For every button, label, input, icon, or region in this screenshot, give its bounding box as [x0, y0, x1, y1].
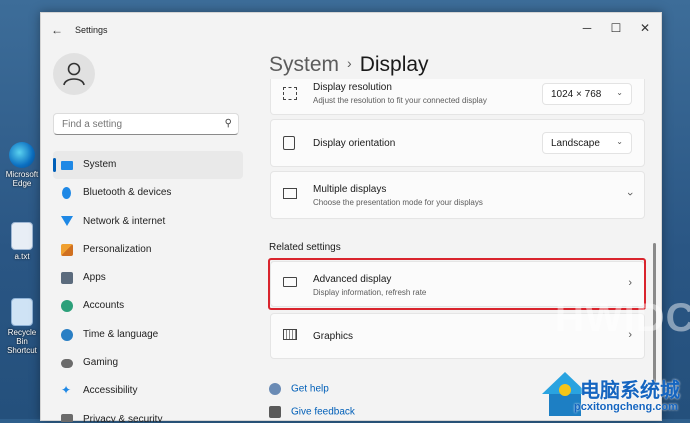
- window-title: Settings: [75, 25, 108, 35]
- gaming-icon: [61, 359, 73, 369]
- recycle-bin-icon: [11, 298, 33, 326]
- breadcrumb-current: Display: [359, 53, 429, 76]
- desktop-icon-label: a.txt: [14, 252, 30, 261]
- sidebar-item-accessibility[interactable]: ✦ Accessibility: [53, 377, 243, 405]
- resolution-dropdown[interactable]: 1024 × 768 ⌄: [542, 83, 632, 105]
- desktop-icon-edge[interactable]: Microsoft Edge: [2, 142, 42, 188]
- sidebar-item-privacy[interactable]: Privacy & security: [53, 406, 243, 422]
- desktop-icon-label: Recycle Bin Shortcut: [7, 328, 37, 355]
- sidebar-item-time-language[interactable]: Time & language: [53, 321, 243, 349]
- orientation-dropdown[interactable]: Landscape ⌄: [542, 132, 632, 154]
- sidebar-item-personalization[interactable]: Personalization: [53, 236, 243, 264]
- help-icon: [269, 383, 281, 395]
- globe-clock-icon: [61, 328, 73, 341]
- sidebar-item-bluetooth[interactable]: Bluetooth & devices: [53, 179, 243, 207]
- dropdown-value: Landscape: [551, 138, 600, 149]
- sidebar-item-accounts[interactable]: Accounts: [53, 292, 243, 320]
- related-settings-heading: Related settings: [269, 242, 341, 253]
- feedback-icon: [269, 406, 281, 418]
- card-title: Display resolution: [313, 82, 392, 93]
- sidebar-item-label: Accessibility: [83, 385, 138, 397]
- get-help-link[interactable]: Get help: [269, 383, 329, 395]
- search-icon[interactable]: ⚲: [225, 118, 232, 129]
- maximize-button[interactable]: ☐: [608, 21, 624, 35]
- back-arrow-icon[interactable]: ←: [51, 23, 63, 37]
- bluetooth-icon: [62, 187, 71, 200]
- shield-icon: [61, 413, 73, 422]
- orientation-icon: [283, 136, 295, 150]
- display-resolution-card[interactable]: Display resolution Adjust the resolution…: [270, 79, 645, 115]
- search-box[interactable]: ⚲: [53, 113, 239, 135]
- sidebar-item-system[interactable]: System: [53, 151, 243, 180]
- edge-icon: [9, 142, 35, 168]
- user-icon: [63, 62, 85, 86]
- card-title: Graphics: [313, 331, 354, 342]
- watermark-site-url: pcxitongcheng.com: [574, 401, 678, 413]
- file-icon: [11, 222, 33, 250]
- sidebar-item-apps[interactable]: Apps: [53, 264, 243, 292]
- card-title: Multiple displays: [313, 184, 387, 195]
- sidebar-nav: System Bluetooth & devices Network & int…: [53, 151, 243, 422]
- title-bar: ← Settings ─ ☐ ✕: [41, 13, 661, 47]
- graphics-icon: [283, 329, 297, 340]
- avatar[interactable]: [53, 53, 95, 95]
- close-button[interactable]: ✕: [637, 21, 653, 35]
- display-orientation-card[interactable]: Display orientation Landscape ⌄: [270, 119, 645, 167]
- sidebar-item-network[interactable]: Network & internet: [53, 208, 243, 236]
- brush-icon: [61, 243, 73, 256]
- accounts-icon: [61, 300, 73, 313]
- desktop-icon-file[interactable]: a.txt: [2, 222, 42, 261]
- settings-window: ← Settings ─ ☐ ✕ ⚲ System Bluetooth & de…: [40, 12, 662, 422]
- minimize-button[interactable]: ─: [579, 21, 595, 35]
- system-icon: [61, 161, 73, 170]
- link-label: Get help: [291, 383, 329, 395]
- multiple-displays-card[interactable]: Multiple displays Choose the presentatio…: [270, 171, 645, 219]
- dropdown-value: 1024 × 768: [551, 89, 602, 100]
- sidebar-item-label: Gaming: [83, 357, 119, 369]
- breadcrumb-separator: ›: [347, 55, 352, 71]
- active-indicator: [53, 158, 56, 172]
- desktop-icon-label: Microsoft Edge: [5, 170, 39, 188]
- chevron-down-icon: ⌄: [616, 137, 623, 146]
- sidebar-item-label: Privacy & security: [83, 413, 163, 422]
- watermark-brand: HWIDC: [555, 296, 690, 340]
- card-subtitle: Choose the presentation mode for your di…: [313, 198, 483, 207]
- multiple-displays-icon: [283, 188, 297, 199]
- sidebar-item-label: System: [83, 159, 117, 170]
- sidebar-item-label: Bluetooth & devices: [83, 187, 172, 199]
- breadcrumb-system[interactable]: System: [269, 53, 339, 76]
- wifi-icon: [61, 215, 73, 226]
- card-title: Display orientation: [313, 138, 396, 149]
- accessibility-icon: ✦: [61, 383, 72, 398]
- chevron-down-icon[interactable]: ›: [624, 192, 636, 196]
- sidebar-item-label: Accounts: [83, 300, 125, 312]
- give-feedback-link[interactable]: Give feedback: [269, 406, 355, 418]
- card-subtitle: Adjust the resolution to fit your connec…: [313, 96, 487, 105]
- page-title: System › Display: [269, 53, 429, 77]
- sidebar-item-gaming[interactable]: Gaming: [53, 349, 243, 377]
- sidebar-item-label: Time & language: [83, 328, 159, 340]
- sidebar-item-label: Personalization: [83, 243, 152, 255]
- watermark-site-cn: 电脑系统城: [580, 378, 680, 402]
- resolution-icon: [283, 86, 297, 100]
- sidebar-item-label: Apps: [83, 272, 106, 284]
- chevron-down-icon: ⌄: [616, 88, 623, 97]
- link-label: Give feedback: [291, 406, 355, 418]
- sidebar-item-label: Network & internet: [83, 215, 166, 227]
- desktop-icon-recycle[interactable]: Recycle Bin Shortcut: [2, 298, 42, 355]
- apps-icon: [61, 272, 73, 285]
- search-input[interactable]: [60, 118, 214, 131]
